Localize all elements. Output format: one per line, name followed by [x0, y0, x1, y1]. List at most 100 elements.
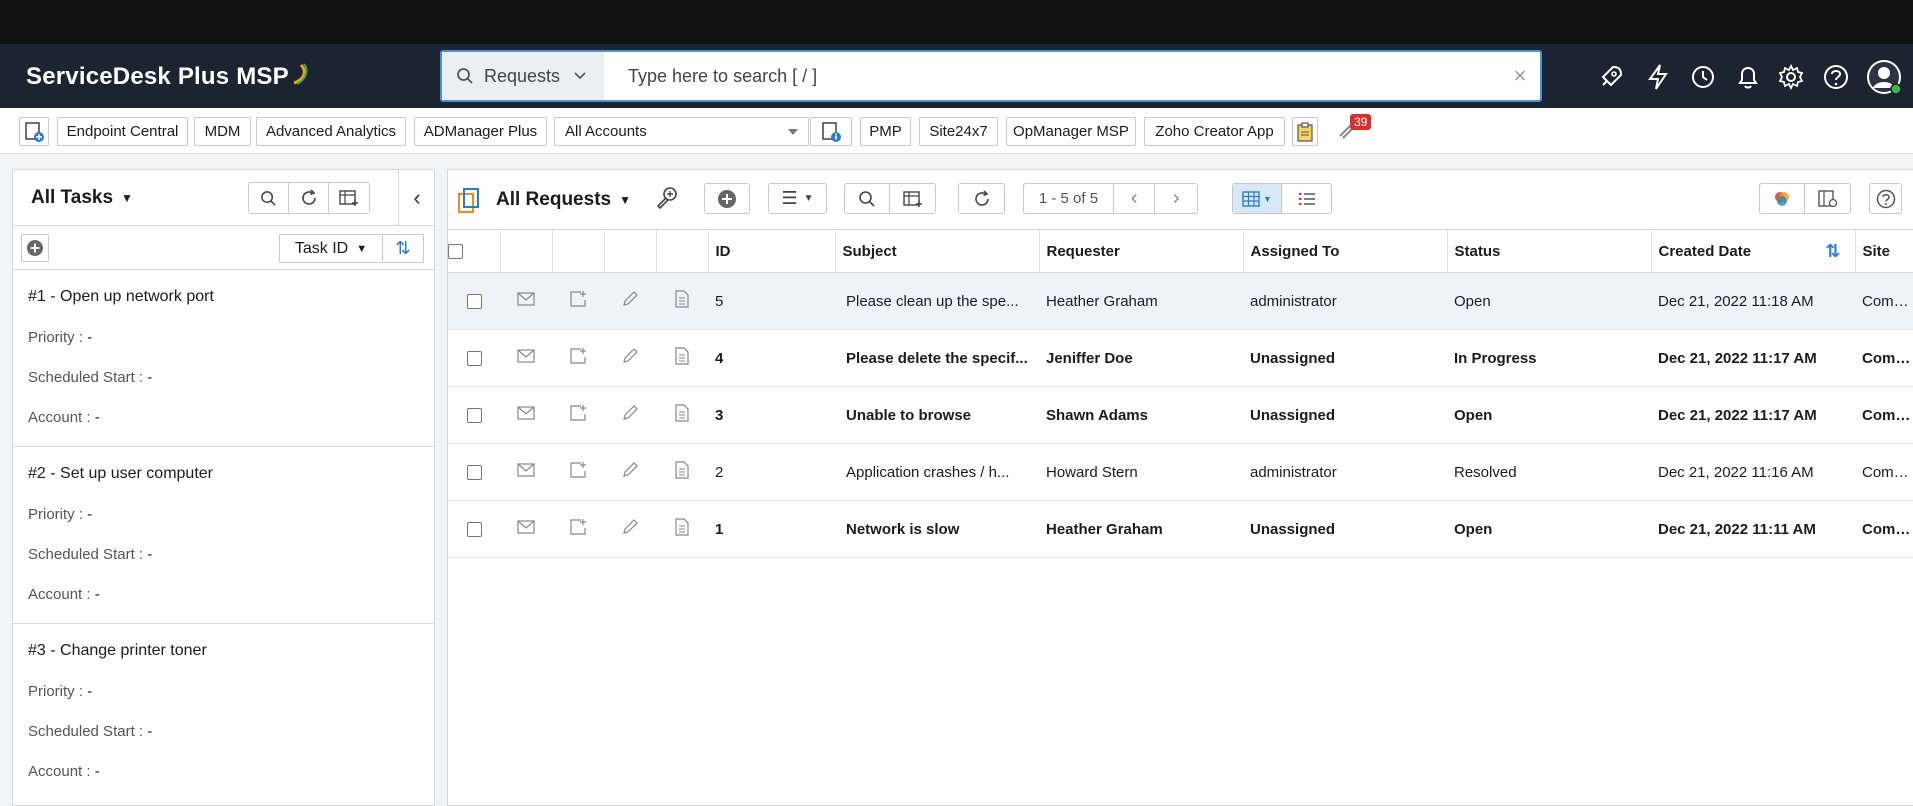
filter-search-icon[interactable] [654, 184, 682, 217]
next-page-button[interactable]: › [1155, 184, 1197, 213]
link-zoho-creator-app[interactable]: Zoho Creator App [1144, 117, 1285, 146]
row-checkbox[interactable] [466, 408, 482, 424]
cell-assigned-to[interactable]: Unassigned [1243, 386, 1447, 444]
cell-status[interactable]: Open [1447, 500, 1651, 558]
requests-columns-button[interactable] [890, 184, 935, 213]
table-row[interactable]: 1 Network is slow Heather Graham Unassig… [448, 500, 1913, 558]
cell-assigned-to[interactable]: Unassigned [1243, 329, 1447, 387]
search-input[interactable] [604, 52, 1500, 100]
cell-subject[interactable]: Application crashes / h... [835, 443, 1039, 501]
avatar[interactable] [1866, 59, 1902, 95]
col-header-requester[interactable]: Requester [1039, 229, 1244, 273]
lightning-icon[interactable] [1643, 62, 1673, 92]
row-checkbox[interactable] [466, 294, 482, 310]
add-note-icon[interactable] [552, 329, 604, 387]
document-icon[interactable] [656, 443, 708, 501]
app-logo[interactable]: ServiceDesk Plus MSP [26, 63, 309, 91]
cell-assigned-to[interactable]: administrator [1243, 272, 1447, 330]
edit-icon[interactable] [604, 500, 656, 558]
mail-icon[interactable] [500, 272, 552, 330]
requests-view-selector[interactable]: All Requests ▼ [496, 189, 631, 211]
rocket-icon[interactable] [1596, 62, 1626, 92]
task-sort-dropdown[interactable]: Task ID ▼ [279, 234, 383, 263]
document-icon[interactable] [656, 329, 708, 387]
close-icon[interactable]: × [1500, 63, 1540, 89]
tasks-view-selector[interactable]: All Tasks ▼ [31, 187, 133, 209]
table-row[interactable]: 5 Please clean up the spe... Heather Gra… [448, 272, 1913, 330]
add-note-icon[interactable] [552, 272, 604, 330]
gear-icon[interactable] [1776, 62, 1806, 92]
row-checkbox[interactable] [466, 351, 482, 367]
account-select[interactable]: All Accounts [554, 117, 809, 146]
link-opmanager-msp[interactable]: OpManager MSP [1006, 117, 1136, 146]
cell-status[interactable]: In Progress [1447, 329, 1651, 387]
tasks-columns-button[interactable] [329, 183, 369, 213]
task-title[interactable]: #2 - Set up user computer [28, 465, 434, 483]
edit-icon[interactable] [604, 329, 656, 387]
cell-status[interactable]: Open [1447, 386, 1651, 444]
task-item[interactable]: #3 - Change printer toner Priority : - S… [13, 624, 434, 801]
layout-settings-button[interactable] [1805, 184, 1850, 213]
cell-subject[interactable]: Please delete the specif... [835, 329, 1039, 387]
table-row[interactable]: 2 Application crashes / h... Howard Ster… [448, 443, 1913, 501]
cell-subject[interactable]: Network is slow [835, 500, 1039, 558]
color-legend-button[interactable] [1760, 184, 1806, 213]
actions-menu-button[interactable]: ☰ ▼ [768, 183, 827, 214]
add-note-icon[interactable] [552, 500, 604, 558]
clipboard-icon[interactable] [1292, 117, 1318, 146]
cell-status[interactable]: Open [1447, 272, 1651, 330]
requests-refresh-button[interactable] [958, 183, 1005, 214]
edit-icon[interactable] [604, 443, 656, 501]
prev-page-button[interactable]: ‹ [1114, 184, 1156, 213]
link-site24x7[interactable]: Site24x7 [919, 117, 998, 146]
col-header-assigned-to[interactable]: Assigned To [1243, 229, 1448, 273]
col-header-id[interactable]: ID [708, 229, 836, 273]
mail-icon[interactable] [500, 329, 552, 387]
sort-direction-button[interactable]: ⇅ [383, 234, 424, 263]
col-header-created-date[interactable]: Created Date ⇅ [1651, 229, 1856, 273]
mail-icon[interactable] [500, 386, 552, 444]
link-advanced-analytics[interactable]: Advanced Analytics [256, 117, 406, 146]
cell-subject[interactable]: Please clean up the spe... [835, 272, 1039, 330]
document-icon[interactable] [656, 272, 708, 330]
row-checkbox[interactable] [466, 522, 482, 538]
document-icon[interactable] [656, 500, 708, 558]
search-scope-dropdown[interactable]: Requests [442, 52, 604, 100]
link-admanager-plus[interactable]: ADManager Plus [414, 117, 547, 146]
add-note-icon[interactable] [552, 386, 604, 444]
link-endpoint-central[interactable]: Endpoint Central [57, 117, 188, 146]
add-note-icon[interactable] [552, 443, 604, 501]
list-view-button[interactable] [1282, 184, 1331, 213]
row-checkbox[interactable] [466, 465, 482, 481]
mail-icon[interactable] [500, 500, 552, 558]
col-header-site[interactable]: Site [1855, 229, 1913, 273]
mail-icon[interactable] [500, 443, 552, 501]
task-title[interactable]: #3 - Change printer toner [28, 642, 434, 660]
task-title[interactable]: #1 - Open up network port [28, 288, 434, 306]
edit-icon[interactable] [604, 272, 656, 330]
requests-search-button[interactable] [845, 184, 891, 213]
help-icon[interactable] [1821, 62, 1851, 92]
task-item[interactable]: #2 - Set up user computer Priority : - S… [13, 447, 434, 624]
task-item[interactable]: #1 - Open up network port Priority : - S… [13, 270, 434, 447]
table-row[interactable]: 3 Unable to browse Shawn Adams Unassigne… [448, 386, 1913, 444]
add-task-button[interactable] [21, 234, 49, 262]
select-all-checkbox[interactable] [448, 244, 463, 260]
link-pmp[interactable]: PMP [860, 117, 911, 146]
history-icon[interactable] [1688, 62, 1718, 92]
edit-icon[interactable] [604, 386, 656, 444]
pager-range[interactable]: 1 - 5 of 5 [1024, 184, 1114, 213]
account-details-icon[interactable] [810, 117, 852, 146]
document-icon[interactable] [656, 386, 708, 444]
new-request-button[interactable] [704, 183, 750, 214]
tasks-refresh-button[interactable] [289, 183, 329, 213]
requests-help-button[interactable] [1869, 183, 1902, 214]
cell-status[interactable]: Resolved [1447, 443, 1651, 501]
cell-subject[interactable]: Unable to browse [835, 386, 1039, 444]
collapse-panel-button[interactable]: ‹ [398, 170, 435, 226]
cell-assigned-to[interactable]: administrator [1243, 443, 1447, 501]
link-mdm[interactable]: MDM [194, 117, 251, 146]
col-header-status[interactable]: Status [1447, 229, 1652, 273]
col-header-subject[interactable]: Subject [835, 229, 1040, 273]
bell-icon[interactable] [1733, 62, 1763, 92]
